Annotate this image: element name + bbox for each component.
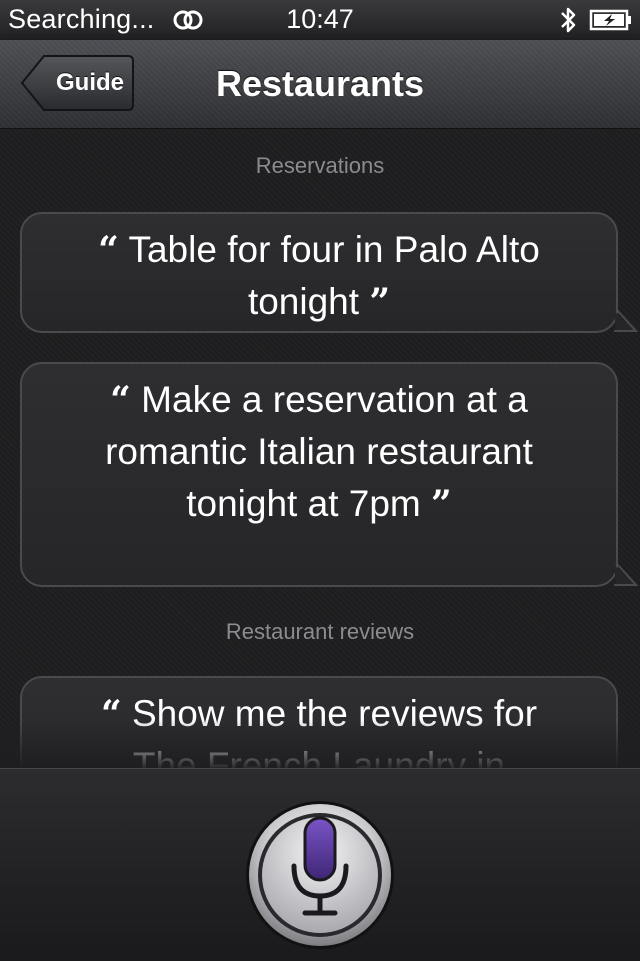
status-bar: Searching... 10:47: [0, 0, 640, 40]
section-header-reservations: Reservations: [255, 153, 385, 178]
microphone-button[interactable]: [245, 800, 395, 950]
close-quote-icon: ”: [431, 483, 452, 525]
status-icons: [556, 4, 634, 36]
open-quote-icon: “: [98, 229, 119, 271]
bubble-tail-icon: [614, 563, 638, 586]
suggestion-bubble[interactable]: “ Make a reservation at a romantic Itali…: [20, 362, 638, 587]
suggestion-label: Table for four in Palo Alto tonight: [128, 229, 540, 322]
clock: 10:47: [286, 4, 354, 34]
battery-charging-icon: [588, 4, 634, 34]
bubble-tail-icon: [614, 309, 638, 332]
close-quote-icon: ”: [369, 281, 391, 323]
bluetooth-icon: [556, 4, 588, 34]
microphone-icon: [246, 801, 394, 949]
navigation-bar: Guide Restaurants: [0, 40, 640, 129]
suggestion-label: Make a reservation at a romantic Italian…: [105, 379, 533, 524]
scroll-fade: [0, 719, 640, 768]
suggestion-text: “ Table for four in Palo Alto tonight ”: [22, 224, 616, 328]
page-title: Restaurants: [215, 63, 425, 104]
suggestions-list[interactable]: Reservations “ Table for four in Palo Al…: [0, 129, 640, 768]
open-quote-icon: “: [110, 379, 131, 421]
section-header-restaurant-reviews: Restaurant reviews: [225, 619, 415, 644]
suggestion-bubble[interactable]: “ Table for four in Palo Alto tonight ”: [20, 212, 638, 333]
back-button-label: Guide: [55, 69, 124, 96]
suggestion-text: “ Make a reservation at a romantic Itali…: [22, 374, 616, 530]
back-button[interactable]: Guide: [20, 54, 135, 112]
